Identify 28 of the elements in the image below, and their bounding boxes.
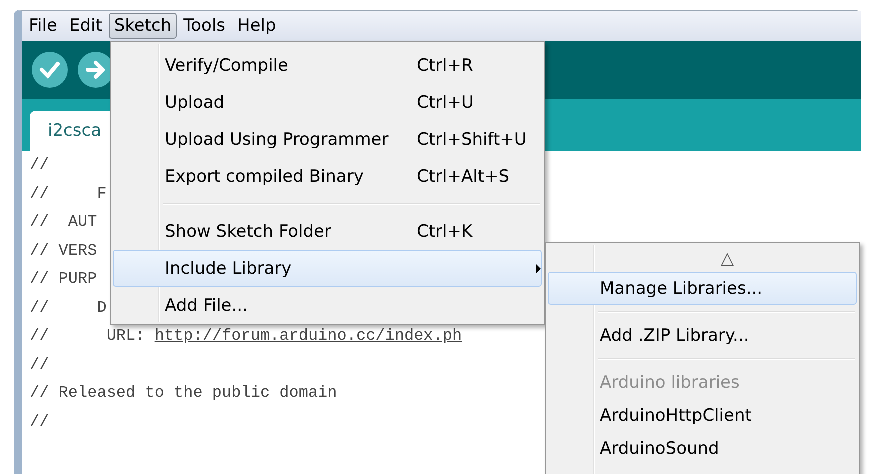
menu-item[interactable]: Sketch	[109, 13, 177, 39]
code-line: // VERS	[30, 242, 98, 260]
menu-entry[interactable]: ArduinoHttpClient	[548, 399, 857, 432]
code-line: // Released to the public domain	[30, 384, 338, 402]
menu-entry[interactable]: Include Library	[113, 250, 542, 287]
code-line: // PURP	[30, 270, 98, 288]
code-link[interactable]: http://forum.arduino.cc/index.ph	[154, 327, 462, 345]
menu-item[interactable]: Edit	[64, 13, 108, 39]
menu-entry: Arduino libraries	[599, 372, 741, 394]
code-line: //	[30, 156, 50, 174]
menu-entry[interactable]: Add .ZIP Library...	[548, 319, 857, 352]
menu-entry[interactable]: Verify/Compile Ctrl+R	[113, 47, 542, 84]
code-line: // URL:	[30, 327, 146, 345]
menu-entry[interactable]: Add File...	[113, 287, 542, 324]
code-line: // F	[30, 184, 107, 202]
checkmark-icon[interactable]	[32, 52, 68, 88]
menu-entry[interactable]: Manage Libraries...	[548, 272, 857, 305]
code-line: // AUT	[30, 213, 98, 231]
menu-item[interactable]: Help	[232, 13, 282, 39]
menu-entry[interactable]: ArduinoSound	[548, 432, 857, 465]
scroll-up-arrow[interactable]: △	[720, 249, 734, 269]
menu-entry[interactable]: Show Sketch Folder Ctrl+K	[113, 213, 542, 250]
menu-item[interactable]: Tools	[178, 13, 231, 39]
menu-item[interactable]: File	[24, 13, 62, 39]
code-line: //	[30, 356, 50, 374]
code-line: // D	[30, 298, 107, 316]
menu-entry[interactable]: Export compiled Binary Ctrl+Alt+S	[113, 158, 542, 195]
code-line: //	[30, 412, 50, 430]
